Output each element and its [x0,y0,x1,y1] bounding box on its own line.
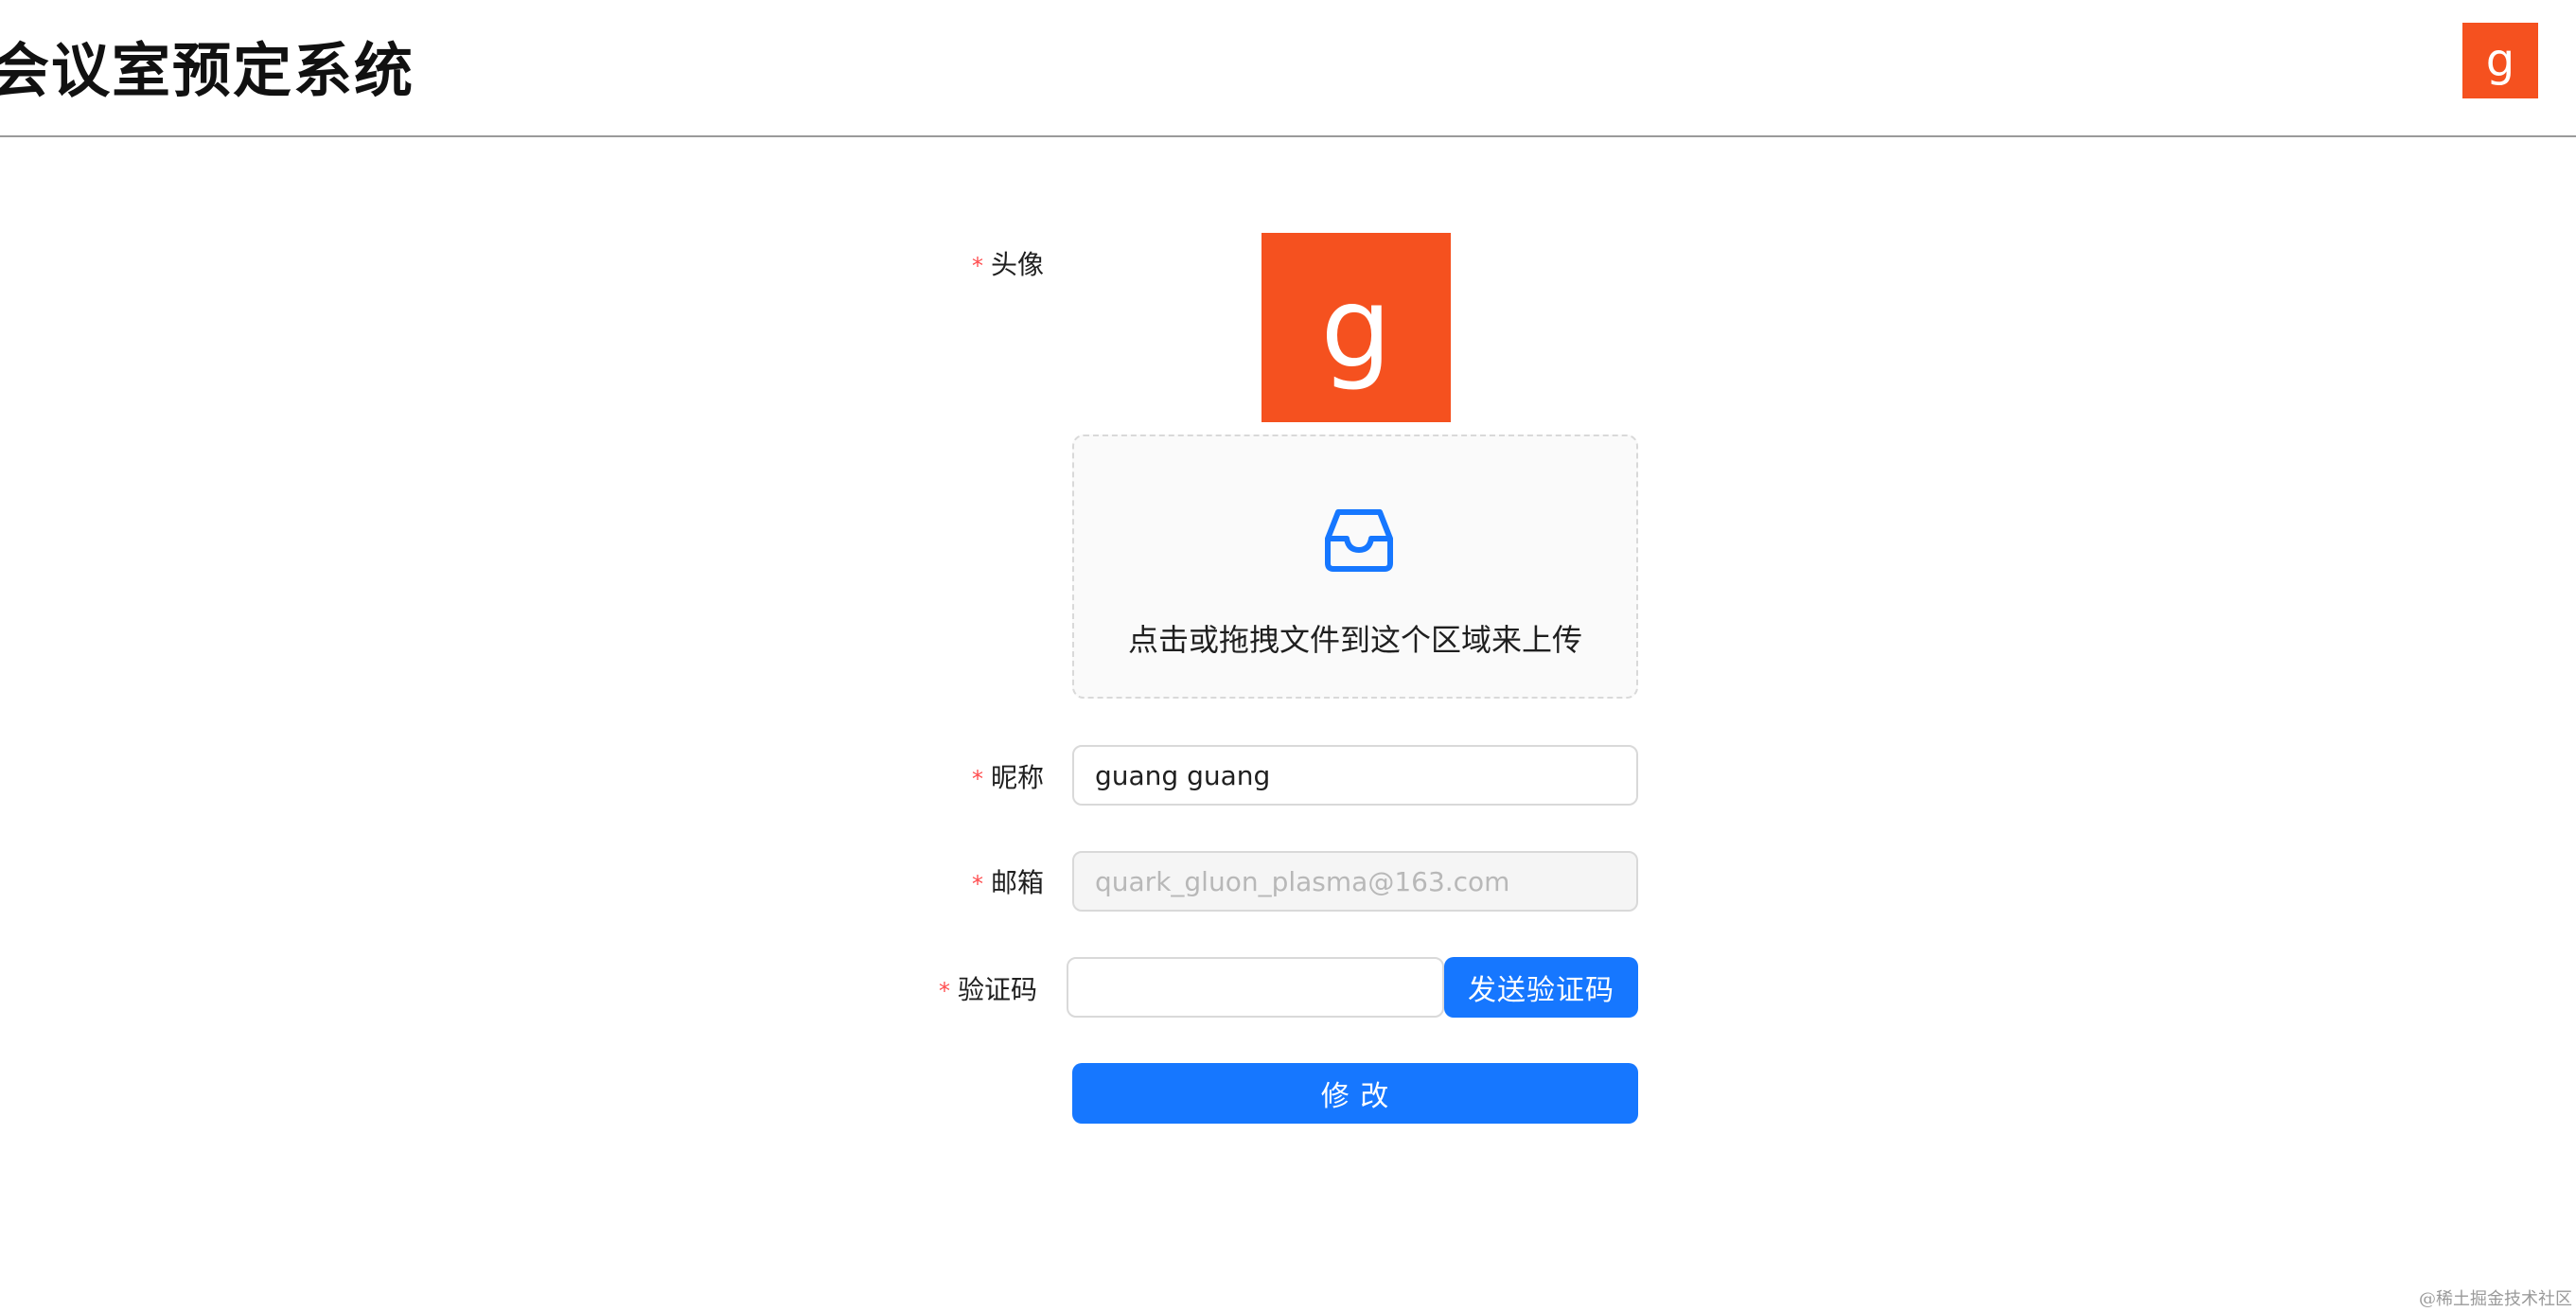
captcha-input[interactable] [1067,957,1444,1018]
inbox-icon [1325,509,1393,572]
watermark: @稀土掘金技术社区 [2419,1289,2572,1309]
page: 会议室预定系统 g *头像 g 点击或拖拽文件到这个区域来上传 *昵称 *邮箱 … [0,0,2576,1312]
avatar-label: * 头像 [972,244,1044,282]
required-mark: * [972,766,983,792]
nickname-label: * 昵称 [972,757,1044,795]
email-input [1072,851,1638,912]
avatar-preview-letter: g [1320,262,1392,393]
nickname-input[interactable] [1072,745,1638,806]
avatar-label-text: 头像 [991,249,1045,280]
user-avatar[interactable]: g [2462,23,2538,98]
required-mark: * [939,978,950,1004]
submit-button[interactable]: 修 改 [1072,1063,1638,1124]
required-mark: * [972,871,983,897]
send-captcha-button[interactable]: 发送验证码 [1444,957,1638,1018]
avatar-letter: g [2485,34,2515,87]
header-divider [0,135,2576,137]
app-title: 会议室预定系统 [0,36,415,105]
captcha-label-text: 验证码 [958,974,1038,1005]
upload-dropzone[interactable]: 点击或拖拽文件到这个区域来上传 [1072,434,1638,699]
email-label: * 邮箱 [972,862,1044,900]
nickname-label-text: 昵称 [991,762,1045,793]
captcha-label: * 验证码 [939,969,1037,1007]
avatar-preview: g [1262,233,1451,422]
required-mark: * [972,253,983,279]
dropzone-text: 点击或拖拽文件到这个区域来上传 [1127,622,1582,658]
email-label-text: 邮箱 [991,867,1045,898]
